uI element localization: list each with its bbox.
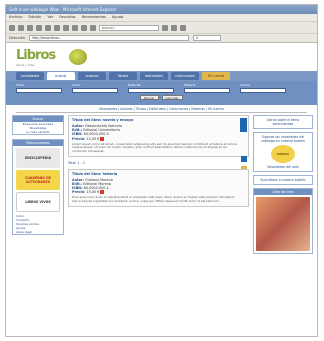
go-icon[interactable] xyxy=(162,24,168,31)
site-logo-sub: libros y más xyxy=(16,62,35,67)
search-label: Materia xyxy=(184,83,196,87)
book-cover[interactable] xyxy=(240,118,247,132)
content-columns: Buscar Búsqueda avanzada Novedades Lo má… xyxy=(12,115,313,336)
sponsor-ad[interactable]: ENCICLOPEDIA xyxy=(16,148,60,168)
results-list: Título del libro: novela y ensayo Autor:… xyxy=(68,115,249,336)
menu-favorites[interactable]: Favoritos xyxy=(59,14,75,21)
browser-window: Gott a ver weblogie Wow - Microsoft Inte… xyxy=(5,4,318,337)
cart-icon[interactable] xyxy=(100,136,105,141)
menu-view[interactable]: Ver xyxy=(47,14,53,21)
menu-edit[interactable]: Edición xyxy=(28,14,41,21)
newsletter-promo: Síganos las novedades del catálogo en nu… xyxy=(253,132,313,172)
new-badge[interactable]: NUEVO xyxy=(271,145,295,163)
list-item: Título del libro: historia Autor: Gustav… xyxy=(68,168,249,207)
sponsors-title: Patrocinadores xyxy=(13,140,63,146)
related-box[interactable]: Libros sobre el tema seleccionado xyxy=(253,115,313,129)
address-label: Dirección xyxy=(9,36,25,40)
tab-titulos[interactable]: títulos xyxy=(109,72,137,80)
search-label: Título xyxy=(16,83,25,87)
go-button[interactable]: Ir xyxy=(192,35,221,41)
featured-book: Libro del mes xyxy=(253,188,313,254)
book-title[interactable]: Título del libro: novela y ensayo xyxy=(72,118,238,122)
cart-icon[interactable] xyxy=(100,190,105,195)
home-icon[interactable] xyxy=(45,24,51,31)
site-logo-text: Libros xyxy=(16,47,56,63)
print-icon[interactable] xyxy=(90,24,96,31)
options-icon[interactable] xyxy=(180,24,186,31)
book-title[interactable]: Título del libro: historia xyxy=(72,172,238,176)
search-field-publisher: Editorial xyxy=(128,83,174,93)
mail-icon[interactable] xyxy=(81,24,87,31)
sidebar-link[interactable]: Lo más vendido xyxy=(13,130,63,134)
main-nav: novedades buscar autores títulos editori… xyxy=(6,71,317,81)
tab-mi-cuenta[interactable]: Mi cuenta xyxy=(202,72,230,80)
tab-novedades[interactable]: novedades xyxy=(16,72,44,80)
breadcrumb[interactable]: Novedades | Autores | Títulos | Editoria… xyxy=(16,105,307,113)
sponsor-ad[interactable]: LIBROS VIVOS xyxy=(16,192,60,212)
search-panel: Título Autor Editorial Materia Idioma Bu… xyxy=(6,81,317,105)
site-header: Libros libros y más xyxy=(6,43,317,71)
featured-title: Libro del mes xyxy=(254,189,312,195)
address-bar: Dirección http://www.libros... Ir xyxy=(6,33,317,43)
tab-colecciones[interactable]: colecciones xyxy=(171,72,199,80)
back-icon[interactable] xyxy=(9,24,15,31)
sponsor-ad[interactable]: CUADERNO DE ACTIVIDADES xyxy=(16,170,60,190)
search-buttons: Buscar Cancelar xyxy=(16,95,307,100)
search-label: Idioma xyxy=(240,83,251,87)
language-input[interactable] xyxy=(240,88,286,93)
subscribe-box[interactable]: Suscríbase a nuestro boletín xyxy=(253,175,313,185)
tab-buscar[interactable]: buscar xyxy=(47,72,75,80)
menu-file[interactable]: Archivo xyxy=(9,14,22,21)
history-icon[interactable] xyxy=(72,24,78,31)
search-label: Autor xyxy=(72,83,81,87)
list-item: Título del libro: novela y ensayo Autor:… xyxy=(68,115,249,172)
search-field-title: Título xyxy=(16,83,62,93)
title-input[interactable] xyxy=(16,88,62,93)
author-input[interactable] xyxy=(72,88,118,93)
search-box: Buscar Búsqueda avanzada Novedades Lo má… xyxy=(12,115,64,135)
mascot-icon xyxy=(69,49,88,65)
book-meta: Autor: Desconocido Saturnia Edit.: Edito… xyxy=(72,124,238,141)
search-button[interactable]: Buscar xyxy=(140,95,159,100)
publisher-input[interactable] xyxy=(128,88,174,93)
subject-input[interactable] xyxy=(184,88,230,93)
search-label: Editorial xyxy=(128,83,141,87)
search-field-author: Autor xyxy=(72,83,118,93)
toolbar-search-field[interactable]: buscar... xyxy=(99,24,159,31)
forward-icon[interactable] xyxy=(18,24,24,31)
menu-bar: Archivo Edición Ver Favoritos Herramient… xyxy=(6,14,317,21)
tab-autores[interactable]: autores xyxy=(78,72,106,80)
highlight-icon[interactable] xyxy=(171,24,177,31)
window-title: Gott a ver weblogie Wow - Microsoft Inte… xyxy=(6,5,317,14)
newsletter-text: Síganos las novedades del catálogo en nu… xyxy=(261,135,305,143)
book-meta: Autor: Gustavo Moreno Edit.: Editorial M… xyxy=(72,178,238,195)
book-description: Lorem ipsum dolor sit amet, consectetur … xyxy=(72,141,237,153)
meta-label: Precio: xyxy=(72,136,86,141)
menu-help[interactable]: Ayuda xyxy=(112,14,123,21)
stop-icon[interactable] xyxy=(27,24,33,31)
tab-editoriales[interactable]: editoriales xyxy=(140,72,168,80)
refresh-icon[interactable] xyxy=(36,24,42,31)
results-count: Total: 1 - 2 xyxy=(68,160,85,165)
book-description: Duis aute irure dolor in reprehenderit i… xyxy=(72,195,235,203)
search-icon[interactable] xyxy=(54,24,60,31)
menu-tools[interactable]: Herramientas xyxy=(82,14,106,21)
site-logo[interactable]: Libros libros y más xyxy=(16,47,56,67)
search-field-subject: Materia xyxy=(184,83,230,93)
left-sidebar: Buscar Búsqueda avanzada Novedades Lo má… xyxy=(12,115,64,336)
book-price: 12,00 € xyxy=(86,136,100,141)
right-sidebar: Libros sobre el tema seleccionado Sígano… xyxy=(253,115,313,336)
book-price: 15,00 € xyxy=(86,190,100,195)
sponsors-box: Patrocinadores ENCICLOPEDIA CUADERNO DE … xyxy=(12,139,64,235)
browser-toolbar: buscar... xyxy=(6,21,317,33)
flag-icon xyxy=(241,156,247,162)
favorites-icon[interactable] xyxy=(63,24,69,31)
cancel-button[interactable]: Cancelar xyxy=(161,95,183,100)
book-cover-image[interactable] xyxy=(256,197,310,251)
meta-label: Precio: xyxy=(72,190,86,195)
sidebar-link[interactable]: Aviso legal xyxy=(13,230,63,234)
address-input[interactable]: http://www.libros... xyxy=(28,35,189,41)
badge-caption: Novedades del mes xyxy=(267,165,299,169)
search-field-language: Idioma xyxy=(240,83,286,93)
